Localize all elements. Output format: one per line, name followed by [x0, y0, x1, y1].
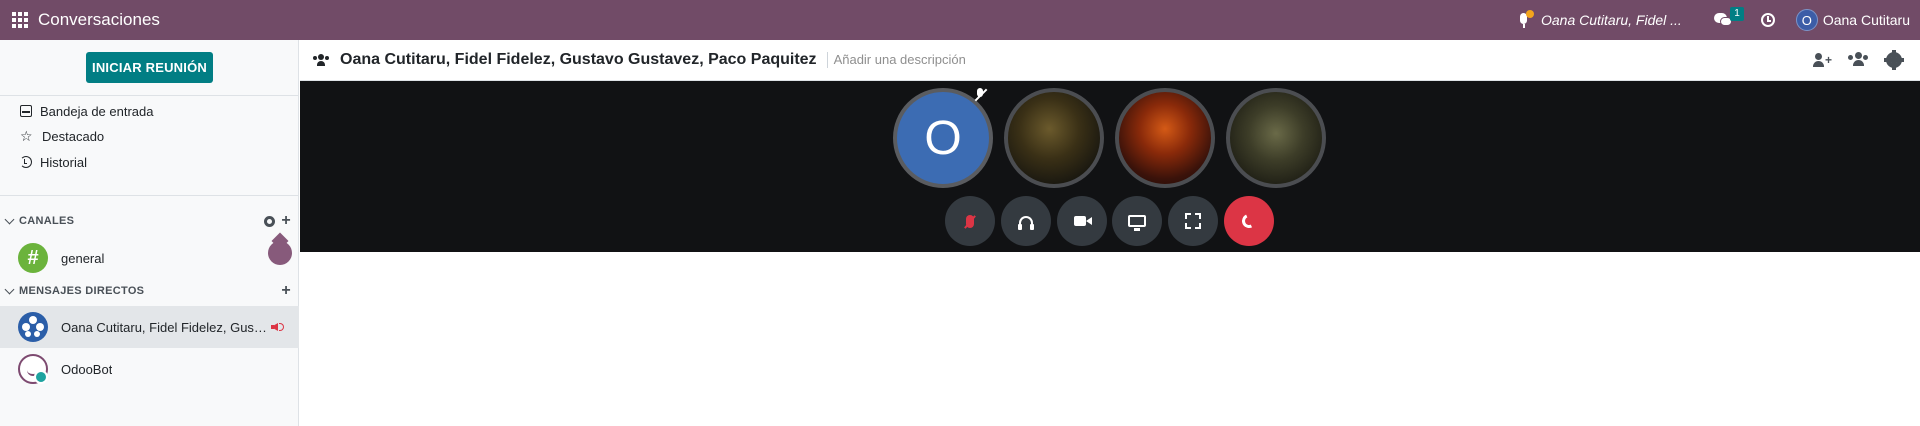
direct-message-name: OdooBot	[61, 361, 113, 377]
expand-icon	[1185, 213, 1201, 229]
add-direct-message-icon[interactable]: +	[281, 283, 291, 299]
channel-item-general[interactable]: # general	[0, 237, 299, 279]
channel-settings-icon[interactable]	[264, 215, 276, 227]
camera-button[interactable]	[1057, 196, 1107, 246]
participant-card[interactable]	[1004, 88, 1104, 188]
chevron-down-icon	[4, 284, 15, 294]
user-name: Oana Cutitaru	[1822, 12, 1910, 28]
mailbox-label: Historial	[40, 154, 87, 170]
odoobot-avatar	[18, 354, 48, 384]
headphones-icon	[1018, 216, 1034, 230]
channel-hash-avatar: #	[18, 243, 48, 273]
top-navbar: Conversaciones Oana Cutitaru, Fidel ... …	[0, 0, 1920, 40]
participant-card[interactable]	[1115, 88, 1215, 188]
speaker-icon	[271, 321, 285, 333]
participant-self-avatar[interactable]: O	[893, 88, 993, 188]
settings-button[interactable]	[1884, 50, 1904, 70]
participant-card[interactable]	[1226, 88, 1326, 188]
app-title[interactable]: Conversaciones	[38, 10, 160, 30]
odoo-drop-icon	[268, 232, 292, 265]
phone-icon	[1240, 212, 1258, 230]
screen-share-button[interactable]	[1112, 196, 1162, 246]
add-channel-icon[interactable]: +	[281, 213, 291, 229]
desktop-icon	[1128, 215, 1146, 231]
add-users-button[interactable]: +	[1812, 51, 1832, 69]
unread-count-badge: 1	[1730, 7, 1744, 21]
clock-icon	[1760, 13, 1775, 27]
direct-message-item-odoobot[interactable]: OdooBot	[0, 348, 299, 390]
muted-microphone-icon	[973, 88, 988, 102]
microphone-icon	[1515, 10, 1534, 30]
hang-up-button[interactable]	[1224, 196, 1274, 246]
user-avatar: O	[1795, 9, 1818, 31]
gear-icon	[1884, 50, 1904, 70]
section-title: CANALES	[19, 215, 75, 227]
mailbox-history[interactable]: Historial	[20, 152, 87, 172]
thread-description-input[interactable]: Añadir una descripción	[826, 52, 966, 68]
history-icon	[20, 156, 32, 168]
direct-messages-section-header[interactable]: MENSAJES DIRECTOS +	[4, 283, 291, 299]
mailbox-label: Bandeja de entrada	[40, 103, 154, 119]
activities-button[interactable]	[1754, 0, 1782, 40]
group-avatar	[18, 312, 48, 342]
start-meeting-button[interactable]: INICIAR REUNIÓN	[86, 52, 213, 83]
microphone-slash-icon	[966, 214, 974, 228]
messaging-menu-button[interactable]: 1	[1706, 0, 1744, 40]
active-call-indicator[interactable]: Oana Cutitaru, Fidel ...	[1515, 10, 1682, 30]
fullscreen-button[interactable]	[1168, 196, 1218, 246]
thread-title[interactable]: Oana Cutitaru, Fidel Fidelez, Gustavo Gu…	[340, 51, 817, 69]
mailbox-starred[interactable]: ☆ Destacado	[20, 126, 104, 146]
sidebar-divider	[0, 195, 299, 196]
star-icon: ☆	[20, 128, 33, 144]
sidebar-divider	[0, 95, 299, 96]
channel-name: general	[61, 250, 105, 266]
mailbox-label: Destacado	[42, 128, 105, 144]
active-call-label: Oana Cutitaru, Fidel ...	[1540, 12, 1682, 28]
thread-header: Oana Cutitaru, Fidel Fidelez, Gustavo Gu…	[300, 40, 1920, 81]
discuss-sidebar: INICIAR REUNIÓN Bandeja de entrada ☆ Des…	[0, 40, 299, 426]
group-users-icon	[313, 54, 329, 66]
members-button[interactable]	[1848, 51, 1868, 69]
user-menu[interactable]: O Oana Cutitaru	[1795, 9, 1910, 31]
call-view: O	[300, 81, 1920, 252]
chat-bubbles-icon	[1713, 13, 1732, 27]
video-camera-icon	[1074, 216, 1092, 226]
direct-message-item-group[interactable]: Oana Cutitaru, Fidel Fidelez, Gustavo Gu…	[0, 306, 299, 348]
mailbox-inbox[interactable]: Bandeja de entrada	[20, 101, 153, 121]
chevron-down-icon	[4, 214, 15, 224]
direct-message-name: Oana Cutitaru, Fidel Fidelez, Gustavo Gu…	[61, 319, 267, 335]
channels-section-header[interactable]: CANALES +	[4, 213, 291, 229]
unmute-button[interactable]	[945, 196, 995, 246]
inbox-icon	[20, 105, 32, 117]
apps-menu-icon[interactable]	[0, 0, 40, 40]
deafen-button[interactable]	[1001, 196, 1051, 246]
section-title: MENSAJES DIRECTOS	[19, 285, 145, 297]
